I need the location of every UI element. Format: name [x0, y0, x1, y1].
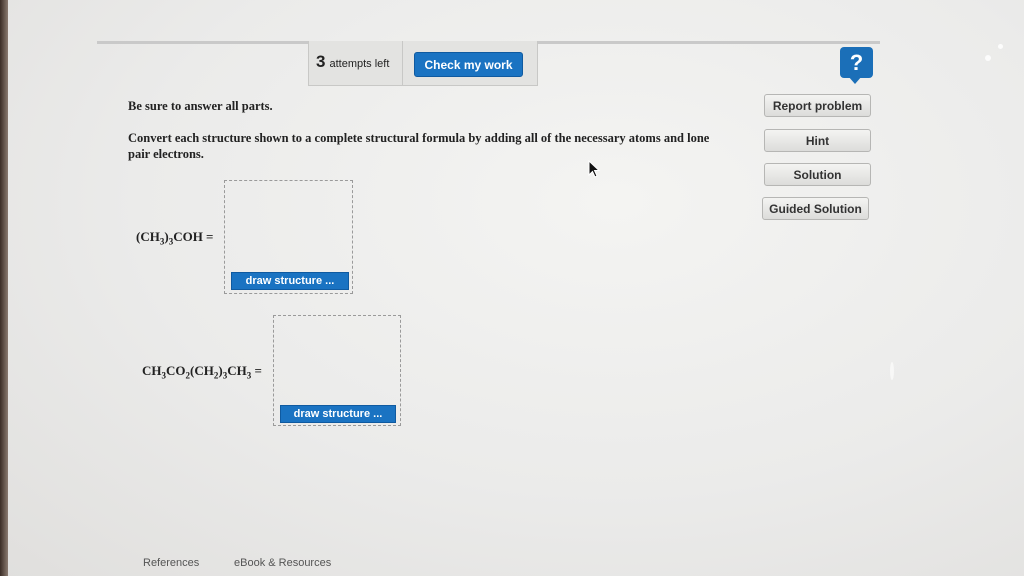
draw-structure-button-part-1[interactable]: draw structure ... [231, 272, 349, 290]
guided-solution-button[interactable]: Guided Solution [762, 197, 869, 220]
formula-part-2: CH3CO2(CH2)3CH3 = [142, 363, 262, 381]
instruction-answer-all: Be sure to answer all parts. [128, 99, 273, 113]
report-problem-button[interactable]: Report problem [764, 94, 871, 117]
solution-button[interactable]: Solution [764, 163, 871, 186]
mouse-cursor-icon [588, 160, 601, 178]
references-link[interactable]: References [143, 557, 199, 569]
attempts-indicator: 3 attempts left [316, 52, 389, 74]
attempts-label: attempts left [329, 58, 390, 70]
draw-structure-button-part-2[interactable]: draw structure ... [280, 405, 396, 423]
monitor-bezel [0, 0, 8, 576]
screen: 3 attempts left Check my work ? Report p… [0, 0, 1024, 576]
formula-part-1: (CH3)3COH = [136, 229, 214, 247]
ebook-resources-link[interactable]: eBook & Resources [234, 557, 331, 569]
help-icon[interactable]: ? [840, 47, 873, 78]
screen-glare [890, 362, 894, 380]
screen-glare [985, 55, 991, 61]
instruction-text: Convert each structure shown to a comple… [128, 131, 710, 161]
check-my-work-button[interactable]: Check my work [414, 52, 523, 77]
help-icon-tail [848, 76, 862, 84]
attempts-count: 3 [316, 52, 326, 71]
screen-glare [998, 44, 1003, 49]
hint-button[interactable]: Hint [764, 129, 871, 152]
toolbar-divider [402, 41, 403, 86]
